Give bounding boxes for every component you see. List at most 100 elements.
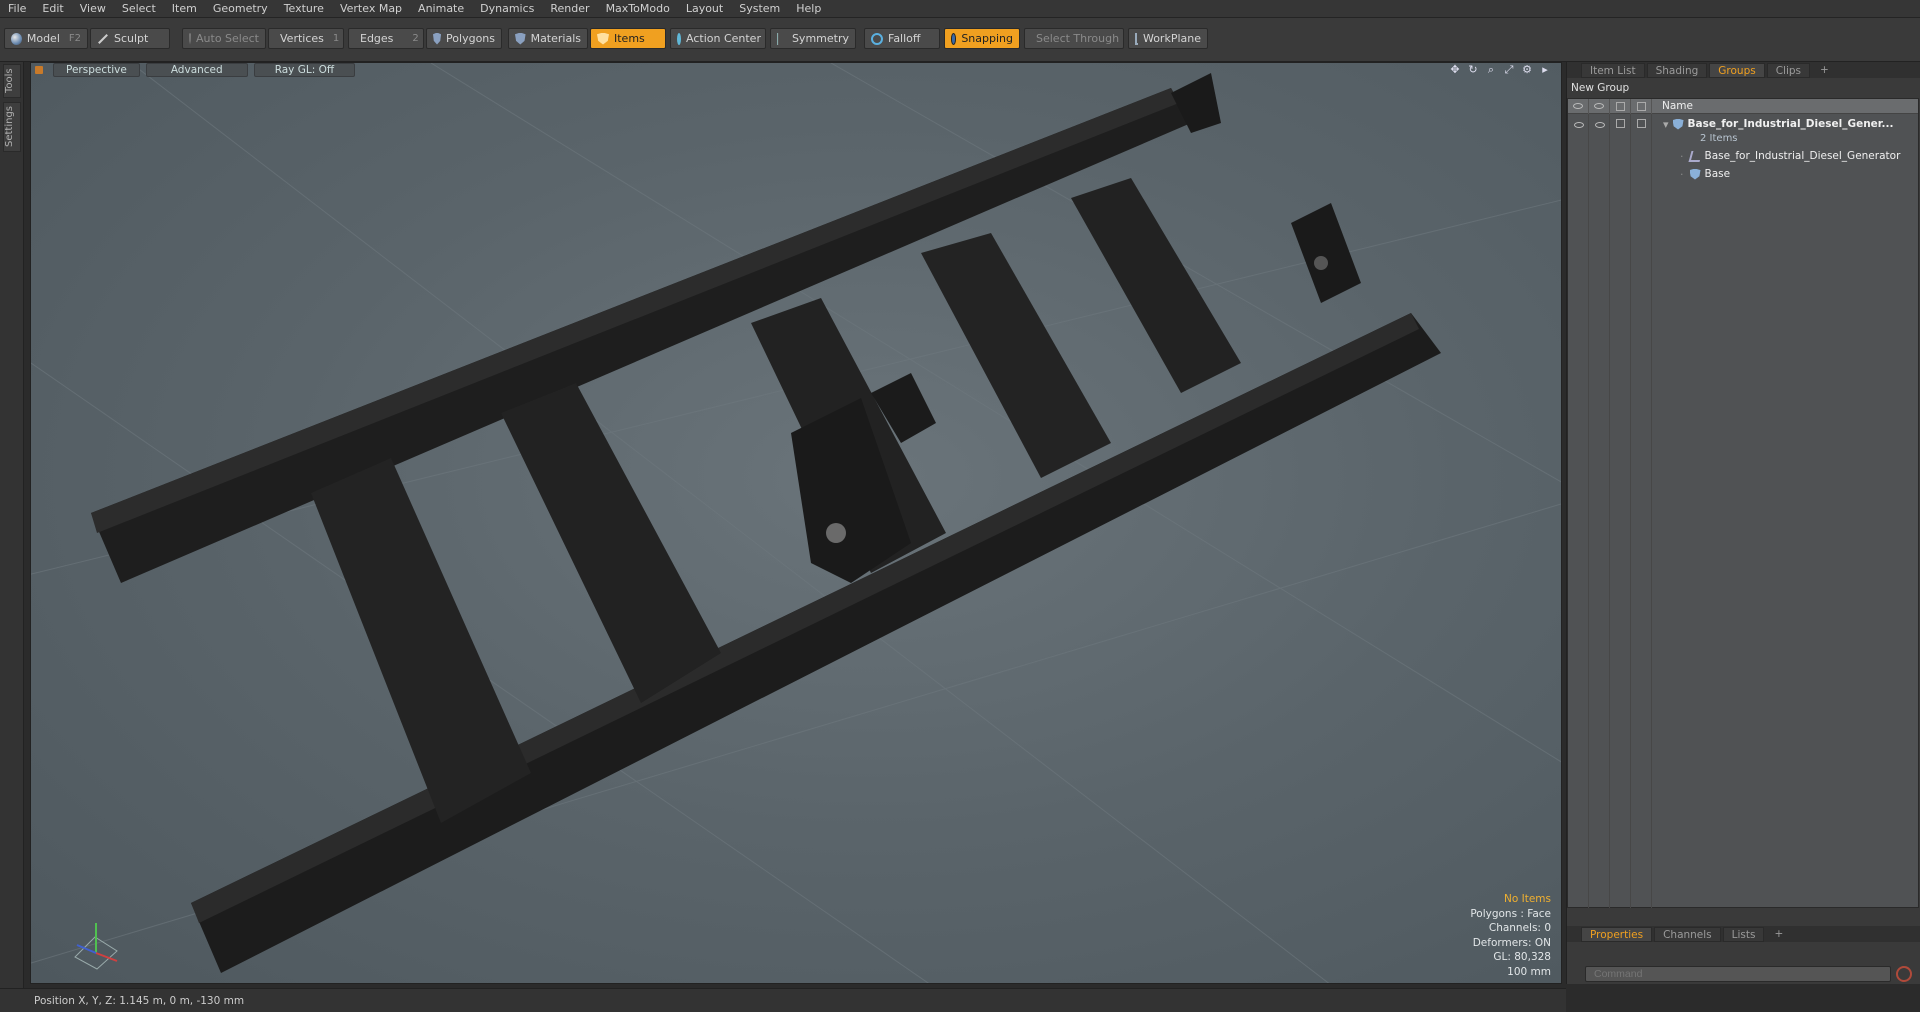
menu-select[interactable]: Select: [114, 0, 164, 18]
symmetry-button[interactable]: Symmetry: [770, 28, 856, 49]
tab-shading[interactable]: Shading: [1646, 62, 1708, 78]
sphere-icon: [11, 32, 22, 45]
render-icon[interactable]: [1595, 118, 1605, 131]
material-icon: [515, 32, 526, 45]
tab-clips[interactable]: Clips: [1766, 62, 1811, 78]
model-button[interactable]: Model F2: [4, 28, 88, 49]
list-item[interactable]: · Base_for_Industrial_Diesel_Generator: [1568, 149, 1918, 163]
pan-icon[interactable]: ✥: [1449, 64, 1461, 76]
brush-icon: [98, 33, 108, 44]
falloff-button[interactable]: Falloff: [864, 28, 940, 49]
menu-edit[interactable]: Edit: [34, 0, 71, 18]
generator-base-model: [91, 73, 1441, 973]
edges-button[interactable]: Edges 2: [348, 28, 424, 49]
render-icon: [1594, 103, 1604, 109]
vertices-button[interactable]: Vertices 1: [268, 28, 344, 49]
3d-viewport[interactable]: Perspective Advanced Ray GL: Off ✥ ↻ ⌕ ⤢…: [30, 62, 1562, 984]
workplane-icon: [1135, 32, 1138, 45]
child-item-name: Base: [1704, 168, 1731, 180]
select-icon[interactable]: [1637, 118, 1647, 131]
lock-column[interactable]: [1610, 98, 1631, 114]
mesh-icon: [1688, 150, 1702, 162]
advanced-dropdown[interactable]: Advanced: [145, 63, 248, 77]
visibility-column[interactable]: [1568, 98, 1589, 114]
snapping-button[interactable]: Snapping: [944, 28, 1020, 49]
mesh-item-icon: [1689, 168, 1701, 180]
viewport-menu-icon[interactable]: [35, 66, 43, 74]
item-icon: [597, 32, 609, 45]
select-column[interactable]: [1631, 98, 1652, 114]
menu-vertex-map[interactable]: Vertex Map: [332, 0, 410, 18]
eye-icon[interactable]: [1574, 118, 1584, 131]
polygon-icon: [433, 32, 442, 45]
items-button[interactable]: Items: [590, 28, 666, 49]
perspective-dropdown[interactable]: Perspective: [53, 63, 140, 77]
record-icon[interactable]: [1896, 966, 1912, 982]
menu-maxtomodo[interactable]: MaxToModo: [598, 0, 678, 18]
menu-help[interactable]: Help: [788, 0, 829, 18]
command-input[interactable]: [1585, 966, 1891, 982]
tab-channels[interactable]: Channels: [1654, 926, 1721, 942]
sculpt-button[interactable]: Sculpt: [90, 28, 170, 49]
menu-animate[interactable]: Animate: [410, 0, 472, 18]
right-panel: Item List Shading Groups Clips + New Gro…: [1566, 62, 1920, 984]
expand-arrow-icon[interactable]: ▾: [1663, 118, 1669, 131]
fit-icon[interactable]: ⤢: [1503, 64, 1515, 76]
lock-icon[interactable]: [1616, 118, 1626, 131]
tab-lists[interactable]: Lists: [1722, 926, 1765, 942]
raygl-dropdown[interactable]: Ray GL: Off: [253, 63, 356, 77]
tab-properties[interactable]: Properties: [1581, 926, 1653, 942]
action-center-button[interactable]: Action Center: [670, 28, 766, 49]
select-icon: [1636, 101, 1646, 111]
name-column-header[interactable]: Name: [1652, 100, 1693, 112]
play-icon[interactable]: ▸: [1539, 64, 1551, 76]
tab-settings[interactable]: Settings: [3, 102, 21, 152]
menu-texture[interactable]: Texture: [276, 0, 332, 18]
lock-icon: [1615, 101, 1625, 111]
group-name: Base_for_Industrial_Diesel_Gener...: [1687, 118, 1894, 130]
viewport-nav-icons: ✥ ↻ ⌕ ⤢ ⚙ ▸: [1449, 63, 1551, 77]
menu-dynamics[interactable]: Dynamics: [472, 0, 542, 18]
menu-file[interactable]: File: [0, 0, 34, 18]
menu-item[interactable]: Item: [164, 0, 205, 18]
gear-icon[interactable]: ⚙: [1521, 64, 1533, 76]
materials-button[interactable]: Materials: [508, 28, 588, 49]
workplane-button[interactable]: WorkPlane: [1128, 28, 1208, 49]
menu-layout[interactable]: Layout: [678, 0, 731, 18]
groups-tree: Name ▾ Base_for_Industrial_Diesel_Gener.…: [1567, 98, 1919, 908]
new-group-button[interactable]: New Group: [1567, 80, 1920, 96]
polygons-button[interactable]: Polygons: [426, 28, 502, 49]
no-items-label: No Items: [1504, 893, 1551, 905]
axis-gizmo: [74, 923, 118, 970]
group-row[interactable]: ▾ Base_for_Industrial_Diesel_Gener...: [1568, 117, 1918, 131]
tab-tools[interactable]: Tools: [3, 64, 21, 98]
menu-view[interactable]: View: [72, 0, 114, 18]
tab-groups[interactable]: Groups: [1709, 62, 1765, 78]
menu-geometry[interactable]: Geometry: [205, 0, 276, 18]
scene-render: [31, 63, 1561, 983]
menu-system[interactable]: System: [731, 0, 788, 18]
panel-tabs: Item List Shading Groups Clips +: [1567, 62, 1920, 78]
render-column[interactable]: [1589, 98, 1610, 114]
tree-header: Name: [1568, 98, 1918, 114]
list-item[interactable]: · Base: [1568, 167, 1918, 181]
status-bar: Position X, Y, Z: 1.145 m, 0 m, -130 mm: [0, 988, 1566, 1012]
falloff-icon: [871, 32, 883, 45]
add-tab-button[interactable]: +: [1812, 63, 1837, 78]
group-count-row: 2 Items: [1568, 131, 1918, 145]
auto-select-button[interactable]: Auto Select: [182, 28, 266, 49]
group-icon: [1672, 118, 1684, 130]
rotate-icon[interactable]: ↻: [1467, 64, 1479, 76]
shield-icon: [189, 32, 192, 45]
viewport-header: Perspective Advanced Ray GL: Off: [31, 63, 1561, 77]
tab-item-list[interactable]: Item List: [1581, 62, 1645, 78]
scale-stat: 100 mm: [1507, 965, 1551, 978]
menu-render[interactable]: Render: [542, 0, 597, 18]
zoom-icon[interactable]: ⌕: [1485, 64, 1497, 76]
viewport-stats: No Items Polygons : Face Channels: 0 Def…: [1470, 892, 1551, 979]
target-icon: [677, 32, 681, 45]
left-tool-strip: Tools Settings: [0, 62, 24, 988]
snap-icon: [951, 32, 957, 45]
add-tab-button[interactable]: +: [1766, 927, 1791, 942]
select-through-button[interactable]: Select Through: [1024, 28, 1124, 49]
